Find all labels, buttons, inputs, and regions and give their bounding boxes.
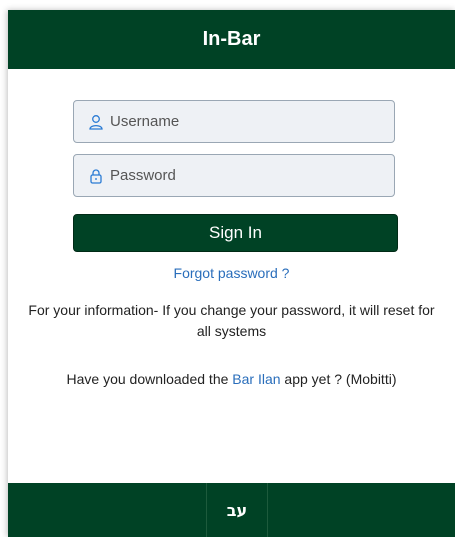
- header-bar: In-Bar: [8, 10, 455, 69]
- app-text-suffix: app yet ? (Mobitti): [280, 371, 397, 387]
- language-switch-button[interactable]: עב: [206, 483, 268, 537]
- forgot-password-link[interactable]: Forgot password ?: [8, 265, 455, 281]
- password-field[interactable]: [73, 154, 395, 197]
- password-info-text: For your information- If you change your…: [28, 302, 435, 339]
- app-download-text: Have you downloaded the Bar Ilan app yet…: [8, 371, 455, 387]
- username-input[interactable]: [110, 113, 380, 130]
- bar-ilan-app-link[interactable]: Bar Ilan: [232, 371, 280, 387]
- footer-bar: עב: [8, 483, 455, 537]
- user-icon: [88, 114, 104, 130]
- app-title: In-Bar: [202, 28, 261, 50]
- app-text-prefix: Have you downloaded the: [66, 371, 233, 387]
- password-input[interactable]: [110, 167, 380, 184]
- login-card: In-Bar Sign In Forgot password ? For you…: [8, 10, 455, 537]
- username-field[interactable]: [73, 100, 395, 143]
- sign-in-button[interactable]: Sign In: [73, 214, 398, 252]
- lock-icon: [88, 168, 104, 184]
